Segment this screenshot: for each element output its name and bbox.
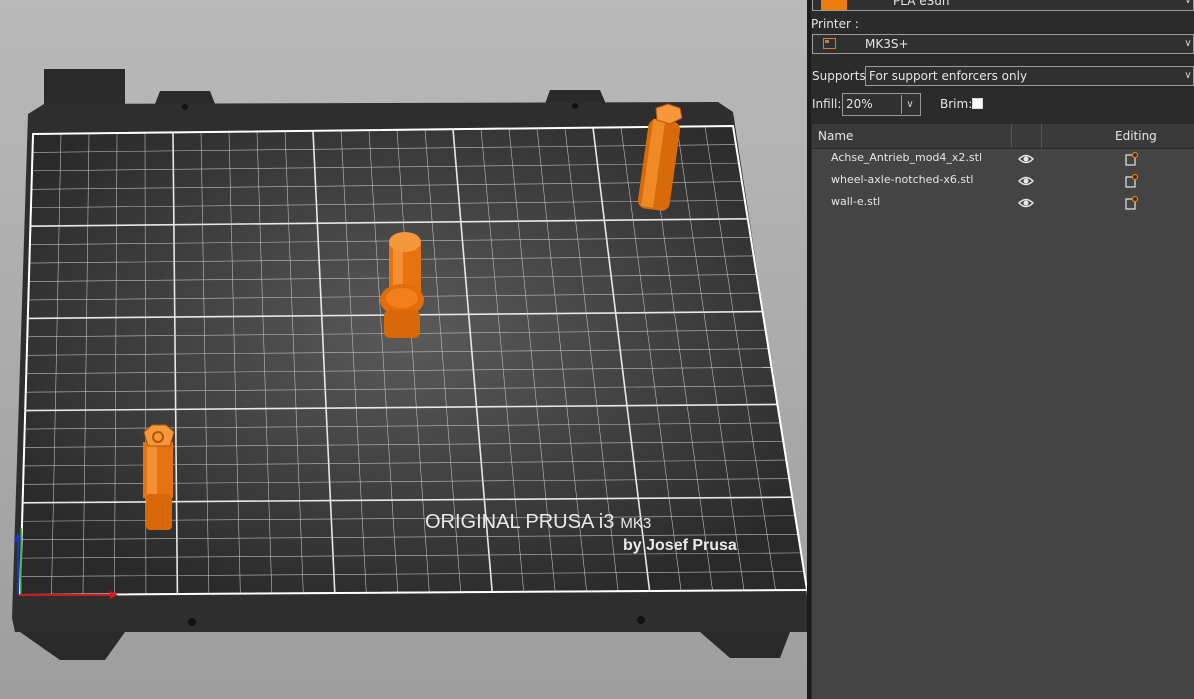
eye-icon[interactable] — [1018, 152, 1034, 166]
filament-combo[interactable]: PLA eSun ∨ — [812, 0, 1194, 11]
object-name: wall-e.stl — [831, 195, 881, 208]
printer-value: MK3S+ — [865, 37, 909, 51]
chevron-down-icon: ∨ — [1184, 70, 1192, 81]
supports-value: For support enforcers only — [869, 69, 1028, 83]
chevron-down-icon: ∨ — [1184, 38, 1192, 49]
supports-combo[interactable]: For support enforcers only ∨ — [865, 66, 1194, 86]
brim-checkbox[interactable] — [972, 98, 983, 109]
filament-value: PLA eSun — [893, 0, 950, 8]
chevron-down-icon: ∨ — [1184, 0, 1192, 6]
printer-combo[interactable]: MK3S+ ∨ — [812, 34, 1194, 54]
object-wall-e[interactable] — [143, 424, 175, 530]
print-bed-surface[interactable] — [18, 124, 807, 597]
column-header-editing[interactable]: Editing — [1115, 129, 1157, 143]
eye-icon[interactable] — [1018, 174, 1034, 188]
brim-label: Brim: — [940, 97, 973, 111]
panel-splitter[interactable] — [807, 0, 811, 699]
edit-icon[interactable] — [1125, 151, 1139, 166]
object-name: wheel-axle-notched-x6.stl — [831, 173, 974, 186]
object-list-header: Name Editing — [812, 124, 1194, 149]
list-item-wall-e[interactable]: wall-e.stl — [812, 192, 1194, 214]
column-header-name[interactable]: Name — [818, 129, 853, 143]
filament-color-swatch — [821, 0, 847, 10]
infill-label: Infill: — [812, 97, 842, 111]
bed-logo-subtitle: by Josef Prusa — [623, 537, 737, 554]
printer-icon — [823, 38, 836, 49]
eye-icon[interactable] — [1018, 196, 1034, 210]
infill-combo[interactable]: 20% ∨ — [842, 93, 921, 116]
edit-icon[interactable] — [1125, 173, 1139, 188]
supports-label: Supports: — [812, 69, 870, 83]
list-item-achse-antrieb[interactable]: Achse_Antrieb_mod4_x2.stl — [812, 148, 1194, 170]
chevron-down-icon: ∨ — [901, 95, 918, 114]
list-item-wheel-axle[interactable]: wheel-axle-notched-x6.stl — [812, 170, 1194, 192]
infill-value: 20% — [846, 97, 873, 111]
printer-label: Printer : — [811, 17, 859, 31]
3d-viewport[interactable]: ORIGINAL PRUSA i3 MK3 by Josef Prusa — [0, 0, 807, 699]
object-name: Achse_Antrieb_mod4_x2.stl — [831, 151, 983, 164]
edit-icon[interactable] — [1125, 195, 1139, 210]
sidebar-panel: PLA eSun ∨ Printer : MK3S+ ∨ Supports: F… — [807, 0, 1194, 699]
object-list[interactable]: Name Editing Achse_Antrieb_mod4_x2.stl w… — [812, 124, 1194, 699]
